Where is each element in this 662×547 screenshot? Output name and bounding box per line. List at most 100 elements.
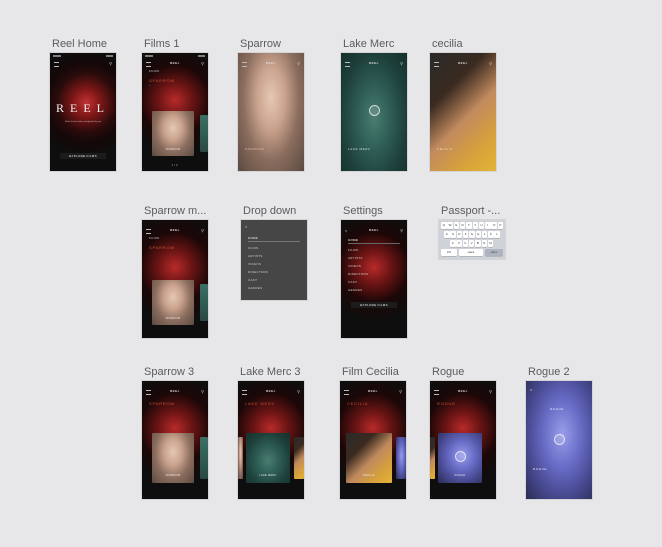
- search-icon[interactable]: ⚲: [201, 389, 204, 394]
- film-card-sparrow[interactable]: SPARROW: [152, 433, 194, 483]
- screen-films-1: REEL ⚲ FILMS SPARROW — SPARROW 1/3: [142, 53, 208, 171]
- key-p[interactable]: P: [497, 222, 504, 229]
- key-r[interactable]: R: [459, 222, 466, 229]
- key-j[interactable]: J: [481, 231, 488, 238]
- film-card-next[interactable]: [200, 115, 208, 152]
- artboard-label[interactable]: Sparrow 3: [144, 366, 194, 378]
- hamburger-icon[interactable]: [54, 62, 59, 67]
- artboard-label[interactable]: Lake Merc 3: [240, 366, 301, 378]
- film-title: CECILIA: [347, 401, 369, 406]
- key-s[interactable]: S: [450, 231, 456, 238]
- nav-bar: REEL ⚲: [430, 389, 496, 397]
- search-icon[interactable]: ⚲: [489, 389, 492, 394]
- menu-item-films[interactable]: FILMS: [248, 246, 258, 250]
- film-title: SPARROW: [149, 401, 175, 406]
- menu-item-directors[interactable]: DIRECTORS: [248, 270, 268, 274]
- key-v[interactable]: V: [468, 240, 475, 247]
- search-icon[interactable]: ⚲: [297, 389, 300, 394]
- search-icon[interactable]: ⚲: [201, 228, 204, 233]
- key-space[interactable]: space: [459, 249, 483, 256]
- menu-item-home[interactable]: HOME: [248, 236, 258, 240]
- artboard-label[interactable]: Passport -...: [441, 205, 500, 217]
- artboard-label[interactable]: Films 1: [144, 38, 179, 50]
- play-icon[interactable]: [554, 434, 565, 445]
- film-overlay-title: ROGUE: [533, 467, 548, 471]
- menu-item-cast[interactable]: CAST: [348, 280, 357, 284]
- artboard-label[interactable]: Film Cecilia: [342, 366, 399, 378]
- key-number-toggle[interactable]: 123: [441, 249, 457, 256]
- key-f[interactable]: F: [462, 231, 469, 238]
- film-card-prev[interactable]: [430, 437, 435, 479]
- reel-logo: REEL: [368, 228, 379, 232]
- screen-reel-home: ⚲ REEL Watch the best films, handpicked …: [50, 53, 116, 171]
- card-caption: SPARROW: [165, 474, 181, 477]
- explore-films-button[interactable]: EXPLORE FILMS: [351, 302, 397, 308]
- artboard-label[interactable]: Reel Home: [52, 38, 107, 50]
- key-y[interactable]: Y: [472, 222, 478, 229]
- film-card-cecilia[interactable]: CECILIA: [346, 433, 392, 483]
- film-card-prev[interactable]: [238, 437, 243, 479]
- menu-item-home[interactable]: HOME: [348, 238, 358, 242]
- key-d[interactable]: D: [456, 231, 463, 238]
- explore-films-button[interactable]: EXPLORE FILMS: [60, 153, 106, 159]
- search-icon[interactable]: ⚲: [297, 61, 300, 66]
- film-card-sparrow[interactable]: SPARROW: [152, 111, 194, 156]
- key-e[interactable]: E: [453, 222, 460, 229]
- artboard-label[interactable]: Settings: [343, 205, 383, 217]
- search-icon[interactable]: ⚲: [400, 61, 403, 66]
- key-k[interactable]: K: [488, 231, 494, 238]
- key-m[interactable]: M: [487, 240, 494, 247]
- key-return[interactable]: return: [485, 249, 503, 256]
- film-card-sparrow[interactable]: SPARROW: [152, 280, 194, 325]
- film-card-next[interactable]: [396, 437, 406, 479]
- key-u[interactable]: U: [478, 222, 485, 229]
- play-icon[interactable]: [369, 105, 380, 116]
- menu-item-films[interactable]: FILMS: [348, 248, 358, 252]
- key-g[interactable]: G: [469, 231, 475, 238]
- key-i[interactable]: I: [485, 222, 491, 229]
- menu-item-videos[interactable]: VIDEOS: [248, 262, 261, 266]
- artboard-label[interactable]: Sparrow: [240, 38, 281, 50]
- artboard-label[interactable]: Sparrow m...: [144, 205, 206, 217]
- key-b[interactable]: B: [475, 240, 481, 247]
- key-h[interactable]: H: [475, 231, 481, 238]
- nav-bar: ⚲: [50, 61, 116, 69]
- menu-item-artists[interactable]: ARTISTS: [348, 256, 363, 260]
- key-c[interactable]: C: [462, 240, 469, 247]
- menu-item-cast[interactable]: CAST: [248, 278, 257, 282]
- menu-item-artists[interactable]: ARTISTS: [248, 254, 263, 258]
- menu-item-genres[interactable]: GENRES: [348, 288, 362, 292]
- menu-item-genres[interactable]: GENRES: [248, 286, 262, 290]
- key-a[interactable]: A: [444, 231, 450, 238]
- play-icon[interactable]: [455, 451, 466, 462]
- search-icon[interactable]: ⚲: [489, 61, 492, 66]
- key-z[interactable]: Z: [450, 240, 456, 247]
- close-icon[interactable]: ×: [530, 387, 532, 392]
- artboard-label[interactable]: Drop down: [243, 205, 296, 217]
- artboard-label[interactable]: cecilia: [432, 38, 463, 50]
- search-icon[interactable]: ⚲: [400, 228, 403, 233]
- artboard-label[interactable]: Rogue 2: [528, 366, 570, 378]
- key-q[interactable]: Q: [441, 222, 447, 229]
- artboard-label[interactable]: Rogue: [432, 366, 464, 378]
- film-card-next[interactable]: [200, 284, 208, 321]
- key-t[interactable]: T: [466, 222, 472, 229]
- film-card-next[interactable]: [294, 437, 304, 479]
- search-icon[interactable]: ⚲: [201, 61, 204, 66]
- key-w[interactable]: W: [447, 222, 453, 229]
- key-n[interactable]: N: [481, 240, 487, 247]
- menu-item-videos[interactable]: VIDEOS: [348, 264, 361, 268]
- key-x[interactable]: X: [456, 240, 462, 247]
- close-icon[interactable]: ×: [245, 224, 247, 229]
- screen-rogue-2: × ROGUE ROGUE: [526, 381, 592, 499]
- film-card-rogue[interactable]: ROGUE: [438, 433, 482, 483]
- search-icon[interactable]: ⚲: [399, 389, 402, 394]
- artboard-label[interactable]: Lake Merc: [343, 38, 394, 50]
- keyboard: QWERTYUIOP ASDFGHJKL ZXCVBNM 123 space r…: [439, 220, 505, 259]
- search-icon[interactable]: ⚲: [109, 61, 112, 66]
- film-card-lake-merc[interactable]: LAKE MERC: [246, 433, 290, 483]
- key-o[interactable]: O: [491, 222, 497, 229]
- film-card-next[interactable]: [200, 437, 208, 479]
- key-l[interactable]: L: [494, 231, 500, 238]
- menu-item-directors[interactable]: DIRECTORS: [348, 272, 368, 276]
